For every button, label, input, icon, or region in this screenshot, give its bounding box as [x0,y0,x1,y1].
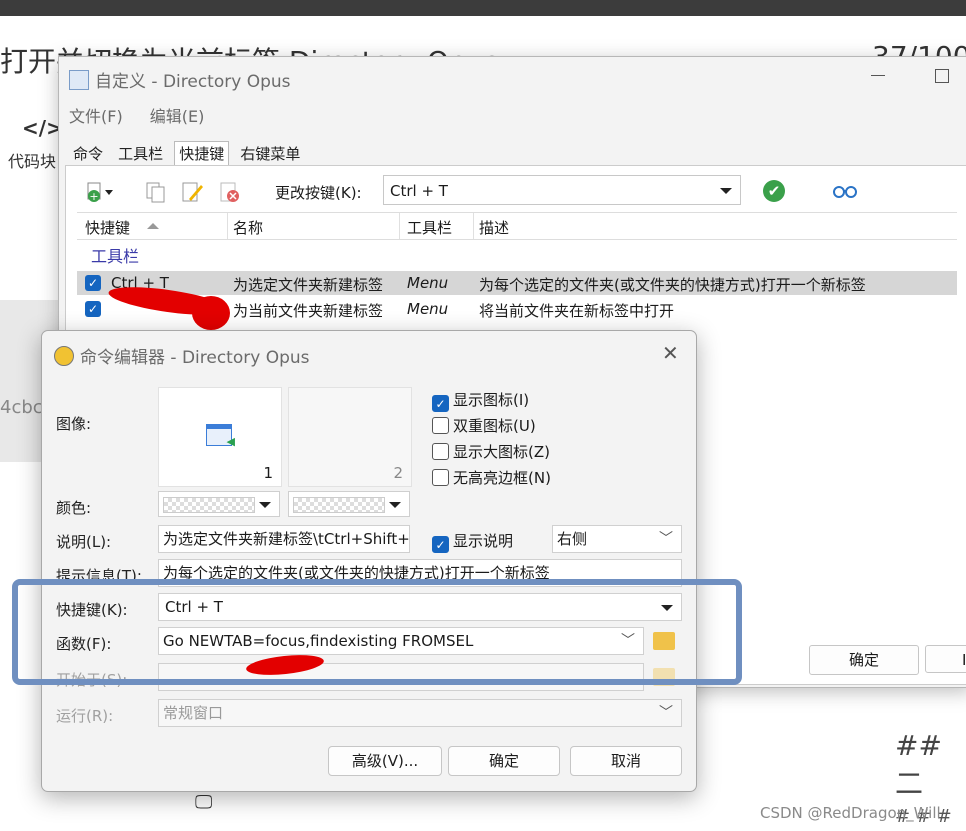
checkbox-box [432,469,449,486]
large-icon-label: 显示大图标(Z) [453,443,550,461]
show-description-label: 显示说明 [453,532,514,550]
dropdown-arrow-icon [720,188,732,194]
sort-asc-icon [147,223,159,229]
redaction-scribble [192,296,230,330]
confirm-check-icon[interactable]: ✔ [763,180,785,202]
color-select-2[interactable] [288,491,410,517]
menu-edit[interactable]: 编辑(E) [150,107,205,126]
column-toolbar[interactable]: 工具栏 [407,217,452,238]
code-block-label: 代码块 [8,152,57,171]
menu-file[interactable]: 文件(F) [69,107,123,126]
add-icon[interactable]: + [85,181,113,203]
dropdown-arrow-icon [389,502,401,508]
list-header: 快捷键 名称 工具栏 描述 [77,212,957,240]
column-divider[interactable] [473,213,474,239]
customize-ok-button[interactable]: 确定 [809,645,919,675]
checkbox-box [432,417,449,434]
change-key-select[interactable]: Ctrl + T [383,175,741,205]
image-slot-1[interactable]: 1 [158,387,282,487]
customize-apply-button[interactable]: I [925,645,966,673]
tab-toolbars[interactable]: 工具栏 [114,142,167,165]
advanced-button[interactable]: 高级(V)... [328,746,442,776]
chevron-down-icon: ﹀ [659,531,673,547]
heading-marker: ## 二 [895,729,942,800]
app-icon [54,346,74,366]
row-description: 为每个选定的文件夹(或文件夹的快捷方式)打开一个新标签 [479,276,866,294]
row-name: 为当前文件夹新建标签 [233,302,384,320]
dropdown-arrow-icon [259,502,271,508]
description-position-value: 右侧 [557,530,588,548]
delete-icon[interactable] [219,181,239,203]
double-icon-checkbox[interactable]: 双重图标(U) [432,415,536,436]
svg-text:+: + [89,190,98,203]
new-tab-icon [206,424,235,448]
ok-button[interactable]: 确定 [448,746,560,776]
hotkey-row[interactable]: ✓ Ctrl + T 为选定文件夹新建标签 Menu 为每个选定的文件夹(或文件… [77,271,957,295]
description-field[interactable]: 为选定文件夹新建标签\tCtrl+Shift+ [158,525,410,553]
column-divider[interactable] [399,213,400,239]
column-description[interactable]: 描述 [479,217,509,238]
color-label: 颜色: [56,499,92,517]
no-highlight-checkbox[interactable]: 无高亮边框(N) [432,467,551,488]
run-select[interactable]: 常规窗口 ﹀ [158,699,682,727]
row-description: 将当前文件夹在新标签中打开 [479,302,675,320]
show-description-checkbox[interactable]: ✓ 显示说明 [432,530,513,553]
run-label: 运行(R): [56,707,114,725]
image-slot-2[interactable]: 2 [288,387,412,487]
glasses-icon[interactable] [833,181,857,203]
tab-commands[interactable]: 命令 [69,142,107,165]
run-value: 常规窗口 [163,704,224,722]
row-checkbox[interactable]: ✓ [85,275,101,291]
tab-bar: 命令 工具栏 快捷键 右键菜单 [69,141,306,165]
app-icon [69,70,89,90]
show-icon-label: 显示图标(I) [453,391,530,409]
minimize-icon[interactable] [871,75,885,76]
description-label: 说明(L): [56,533,112,551]
large-icon-checkbox[interactable]: 显示大图标(Z) [432,441,550,462]
chevron-down-icon: ﹀ [659,705,673,721]
column-name[interactable]: 名称 [233,217,263,238]
row-toolbar: Menu [407,274,449,292]
cancel-button[interactable]: 取消 [570,746,682,776]
change-key-label: 更改按键(K): [275,184,362,202]
column-divider[interactable] [227,213,228,239]
watermark: CSDN @RedDragon_Will [760,804,941,822]
image-slot-2-number: 2 [393,464,403,482]
color-select-1[interactable] [158,491,280,517]
monitor-icon: 🖵 [195,792,213,813]
maximize-icon[interactable] [935,69,949,83]
tab-context-menu[interactable]: 右键菜单 [236,142,304,165]
command-editor-dialog: 命令编辑器 - Directory Opus ✕ 图像: 1 2 ✓显示图标(I… [41,330,697,792]
copy-icon[interactable] [145,181,165,203]
customize-title: 自定义 - Directory Opus [69,67,291,92]
color-swatch [293,497,385,513]
menu-bar: 文件(F) 编辑(E) [69,103,226,127]
change-key-value: Ctrl + T [390,182,448,200]
show-icon-checkbox[interactable]: ✓ 显示图标(I) [432,389,529,412]
checkbox-box [432,443,449,460]
top-bar [0,0,966,16]
double-icon-label: 双重图标(U) [453,417,536,435]
checkbox-box: ✓ [432,395,449,412]
row-name: 为选定文件夹新建标签 [233,276,384,294]
image-label: 图像: [56,415,92,433]
row-checkbox[interactable]: ✓ [85,301,101,317]
command-editor-title-text: 命令编辑器 - Directory Opus [80,348,310,368]
highlight-box [12,579,742,685]
edit-icon[interactable] [181,181,203,203]
tab-hotkeys[interactable]: 快捷键 [174,141,230,165]
no-highlight-label: 无高亮边框(N) [453,469,551,487]
column-hotkey[interactable]: 快捷键 [85,217,130,238]
command-editor-title: 命令编辑器 - Directory Opus [54,343,310,368]
image-slot-1-number: 1 [263,464,273,482]
row-toolbar: Menu [407,300,449,318]
gray-text: 4cbc [0,397,43,418]
color-swatch [163,497,255,513]
close-icon[interactable]: ✕ [662,341,679,365]
group-toolbar: 工具栏 [91,247,140,266]
code-icon: </> [22,116,63,140]
customize-title-text: 自定义 - Directory Opus [95,72,291,92]
checkbox-box: ✓ [432,536,449,553]
description-position-select[interactable]: 右侧 ﹀ [552,525,682,553]
